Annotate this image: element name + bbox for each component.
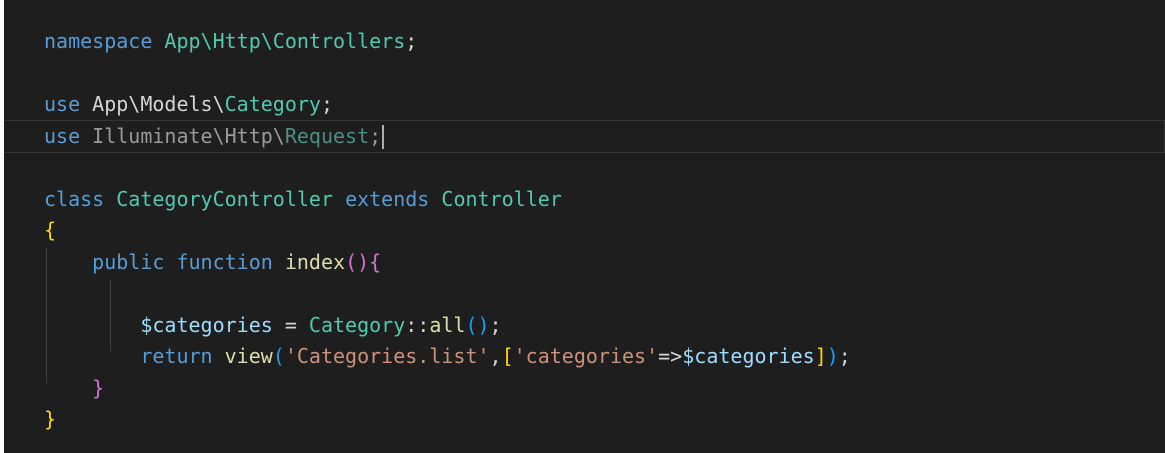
- code-token: Category: [308, 312, 406, 337]
- code-token: extends: [345, 186, 430, 211]
- code-token: ;: [369, 123, 382, 148]
- code-token: ;: [489, 312, 502, 337]
- code-line[interactable]: namespace App\Http\Controllers;: [44, 26, 1164, 58]
- code-token: [: [501, 344, 514, 368]
- code-token: 'Categories.list': [284, 344, 490, 368]
- code-token: ::: [405, 312, 430, 337]
- code-line[interactable]: $categories = Category::all();: [44, 310, 1164, 342]
- code-token: App\Http\Controllers: [164, 29, 406, 53]
- code-token: (): [465, 312, 490, 337]
- code-token: ;: [405, 29, 418, 53]
- code-token: all: [429, 312, 466, 337]
- code-token: App\Models\: [92, 92, 225, 116]
- code-token: =>: [658, 344, 683, 368]
- code-token: =: [272, 312, 309, 337]
- code-token: return: [140, 344, 213, 368]
- code-token: Category: [224, 92, 321, 116]
- code-line[interactable]: [44, 278, 1164, 310]
- code-token: }: [44, 407, 57, 431]
- text-cursor: [382, 125, 385, 149]
- code-line[interactable]: class CategoryController extends Control…: [44, 184, 1164, 216]
- code-token: {: [369, 249, 382, 274]
- code-editor[interactable]: namespace App\Http\Controllers; use App\M…: [4, 0, 1165, 453]
- code-token: use: [44, 92, 81, 116]
- code-token: CategoryController: [116, 186, 334, 211]
- code-area[interactable]: namespace App\Http\Controllers; use App\M…: [4, 26, 1165, 436]
- code-token: ;: [838, 344, 851, 368]
- code-token: Request: [284, 123, 370, 148]
- code-token: $categories: [140, 312, 273, 337]
- code-token: index: [284, 249, 346, 274]
- code-token: }: [92, 375, 105, 400]
- code-token: Controller: [441, 186, 562, 211]
- code-token: {: [44, 218, 57, 242]
- code-line[interactable]: use App\Models\Category;: [44, 89, 1164, 121]
- code-token: public: [92, 249, 165, 274]
- code-token: Illuminate\Http\: [92, 123, 285, 148]
- code-token: $categories: [682, 344, 815, 368]
- code-line[interactable]: {: [44, 215, 1164, 247]
- code-token: namespace: [44, 29, 153, 53]
- code-token: (: [272, 344, 285, 368]
- code-token: use: [44, 123, 81, 148]
- code-line[interactable]: use Illuminate\Http\Request;: [4, 119, 1165, 153]
- code-line[interactable]: public function index(){: [44, 247, 1164, 279]
- code-line[interactable]: [44, 152, 1164, 184]
- code-line[interactable]: }: [44, 404, 1164, 436]
- code-token: view: [224, 344, 273, 368]
- code-token: ,: [489, 344, 502, 368]
- code-token: ]: [814, 344, 827, 368]
- code-token: ): [826, 344, 839, 368]
- code-token: ;: [320, 92, 333, 116]
- code-token: (): [345, 249, 370, 274]
- code-token: 'categories': [513, 344, 659, 368]
- code-line[interactable]: [44, 58, 1164, 90]
- code-line[interactable]: }: [44, 373, 1164, 405]
- code-token: function: [176, 249, 273, 274]
- code-line[interactable]: return view('Categories.list',['categori…: [44, 341, 1164, 373]
- code-token: class: [44, 186, 105, 211]
